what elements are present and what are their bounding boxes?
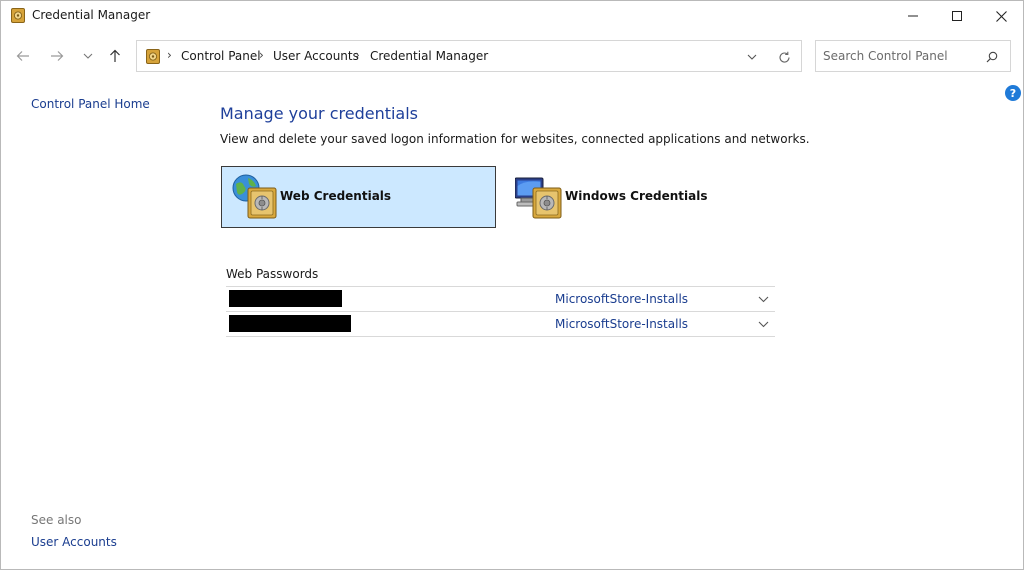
minimize-button[interactable]	[891, 1, 935, 31]
maximize-button[interactable]	[935, 1, 979, 31]
arrow-up-icon	[110, 49, 120, 62]
control-panel-icon	[146, 49, 160, 64]
navigation-bar: › Control Panel › User Accounts › Creden…	[1, 37, 1023, 77]
forward-button[interactable]	[46, 45, 68, 67]
arrow-right-icon	[51, 51, 64, 61]
expand-button[interactable]	[756, 317, 770, 331]
breadcrumb-control-panel[interactable]: Control Panel	[181, 49, 261, 63]
redacted-account-name	[229, 290, 342, 307]
address-bar[interactable]: › Control Panel › User Accounts › Creden…	[136, 40, 802, 72]
page-description: View and delete your saved logon informa…	[220, 132, 810, 146]
back-button[interactable]	[12, 45, 34, 67]
maximize-icon	[952, 11, 962, 21]
web-credentials-label[interactable]: Web Credentials	[280, 189, 391, 203]
web-passwords-heading: Web Passwords	[226, 267, 319, 281]
credential-manager-window: Credential Manager › Control Panel › Use…	[0, 0, 1024, 570]
refresh-icon	[778, 51, 790, 63]
see-also-label: See also	[31, 513, 82, 527]
breadcrumb-separator[interactable]: ›	[167, 48, 172, 62]
up-button[interactable]	[104, 45, 126, 67]
breadcrumb-separator[interactable]: ›	[355, 48, 360, 62]
tab-windows-credentials[interactable]: Windows Credentials	[506, 166, 766, 228]
search-button[interactable]	[984, 49, 1000, 65]
refresh-button[interactable]	[775, 48, 793, 66]
globe-vault-icon	[232, 174, 277, 219]
recent-locations-button[interactable]	[77, 45, 99, 67]
windows-credentials-label[interactable]: Windows Credentials	[565, 189, 707, 203]
chevron-down-icon	[758, 321, 768, 327]
title-bar: Credential Manager	[1, 1, 1023, 31]
window-title: Credential Manager	[32, 8, 151, 22]
chevron-down-icon	[83, 53, 93, 59]
help-icon[interactable]: ?	[1005, 85, 1021, 101]
page-title: Manage your credentials	[220, 104, 419, 123]
arrow-left-icon	[16, 51, 29, 61]
credential-source[interactable]: MicrosoftStore-Installs	[555, 292, 688, 306]
close-button[interactable]	[979, 1, 1023, 31]
search-input[interactable]	[823, 47, 983, 65]
search-box[interactable]	[815, 40, 1011, 72]
breadcrumb-separator[interactable]: ›	[259, 48, 264, 62]
credential-source[interactable]: MicrosoftStore-Installs	[555, 317, 688, 331]
control-panel-home-link[interactable]: Control Panel Home	[31, 97, 150, 111]
list-item[interactable]: MicrosoftStore-Installs	[226, 312, 775, 337]
breadcrumb-user-accounts[interactable]: User Accounts	[273, 49, 359, 63]
chevron-down-icon	[758, 296, 768, 302]
tab-web-credentials[interactable]: Web Credentials	[221, 166, 496, 228]
search-icon	[986, 51, 998, 63]
chevron-down-icon	[747, 54, 757, 60]
redacted-account-name	[229, 315, 351, 332]
web-passwords-list: MicrosoftStore-Installs MicrosoftStore-I…	[226, 286, 775, 337]
close-icon	[995, 10, 1007, 22]
expand-button[interactable]	[756, 292, 770, 306]
minimize-icon	[908, 15, 918, 17]
user-accounts-link[interactable]: User Accounts	[31, 535, 117, 549]
breadcrumb-credential-manager[interactable]: Credential Manager	[370, 49, 488, 63]
list-item[interactable]: MicrosoftStore-Installs	[226, 287, 775, 312]
credential-manager-app-icon	[11, 8, 25, 23]
address-history-button[interactable]	[743, 49, 761, 65]
computer-vault-icon	[515, 177, 562, 219]
